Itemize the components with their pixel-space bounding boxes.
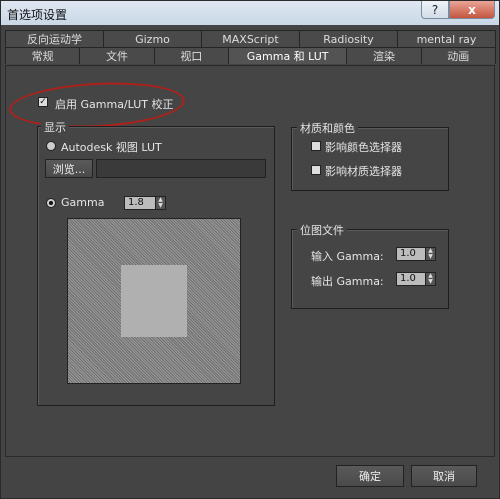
input-gamma-value[interactable]: 1.0: [396, 247, 426, 261]
gamma-spinner[interactable]: 1.8 ▲ ▼: [124, 196, 166, 210]
tab-gamma-lut[interactable]: Gamma 和 LUT: [227, 47, 348, 64]
cancel-button[interactable]: 取消: [411, 465, 477, 487]
gamma-radio-label: Gamma: [61, 196, 105, 209]
lut-path-field[interactable]: [96, 159, 266, 178]
tab-ik[interactable]: 反向运动学: [5, 30, 104, 47]
affect-material-label: 影响材质选择器: [325, 165, 402, 178]
output-gamma-spinner[interactable]: 1.0 ▲ ▼: [396, 272, 436, 286]
input-gamma-label: 输入 Gamma:: [311, 250, 384, 263]
spinner-arrows-icon[interactable]: ▲ ▼: [426, 272, 436, 286]
output-gamma-label: 输出 Gamma:: [311, 275, 384, 288]
gamma-preview-center: [121, 265, 187, 337]
output-gamma-value[interactable]: 1.0: [396, 272, 426, 286]
tab-maxscript[interactable]: MAXScript: [201, 30, 300, 47]
browse-button[interactable]: 浏览...: [45, 159, 93, 178]
tab-radiosity[interactable]: Radiosity: [299, 30, 398, 47]
tab-viewports[interactable]: 视口: [153, 47, 229, 64]
tab-animation[interactable]: 动画: [420, 47, 496, 64]
spinner-arrows-icon[interactable]: ▲ ▼: [426, 247, 436, 261]
bitmap-group-title: 位图文件: [297, 222, 347, 238]
tab-mental-ray[interactable]: mental ray: [397, 30, 496, 47]
window-title: 首选项设置: [7, 8, 68, 22]
tab-row-1: 反向运动学 Gizmo MAXScript Radiosity mental r…: [5, 30, 496, 48]
tab-rendering[interactable]: 渲染: [346, 47, 422, 64]
close-button[interactable]: x: [449, 1, 495, 19]
bitmap-group: [291, 229, 449, 309]
tab-row-2: 常规 文件 视口 Gamma 和 LUT 渲染 动画: [5, 47, 496, 65]
affect-color-checkbox[interactable]: [311, 141, 321, 151]
gamma-value[interactable]: 1.8: [124, 196, 156, 210]
lut-radio[interactable]: [46, 141, 56, 151]
help-button[interactable]: ?: [421, 1, 449, 19]
material-group: [291, 127, 449, 191]
display-group-title: 显示: [41, 119, 69, 135]
tab-files[interactable]: 文件: [79, 47, 155, 64]
ok-button[interactable]: 确定: [336, 465, 404, 487]
tab-gizmo[interactable]: Gizmo: [103, 30, 202, 47]
preferences-window: 首选项设置 ? x 反向运动学 Gizmo MAXScript Radiosit…: [0, 0, 500, 499]
affect-color-label: 影响颜色选择器: [325, 141, 402, 154]
affect-material-checkbox[interactable]: [311, 165, 321, 175]
input-gamma-spinner[interactable]: 1.0 ▲ ▼: [396, 247, 436, 261]
material-group-title: 材质和颜色: [297, 120, 358, 136]
title-bar: 首选项设置 ? x: [1, 1, 499, 25]
spinner-arrows-icon[interactable]: ▲ ▼: [156, 196, 166, 210]
gamma-radio[interactable]: [46, 198, 56, 208]
tab-general[interactable]: 常规: [5, 47, 81, 64]
gamma-preview: [67, 218, 241, 384]
lut-radio-label: Autodesk 视图 LUT: [61, 141, 162, 154]
